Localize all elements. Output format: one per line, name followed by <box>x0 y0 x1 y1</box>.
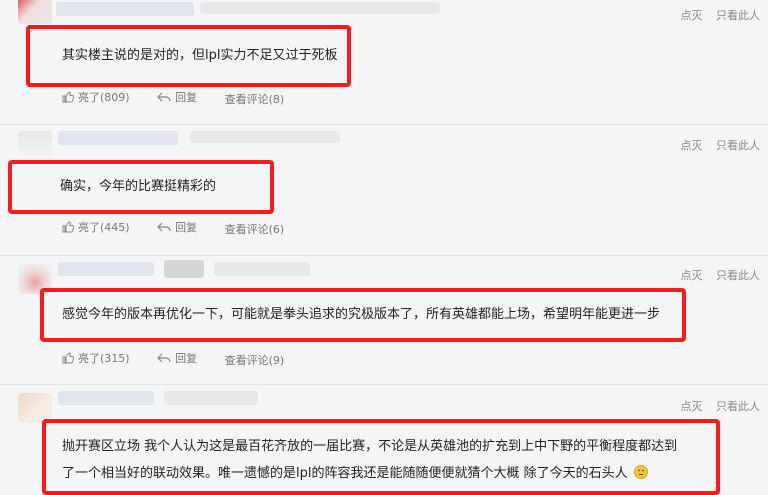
dislike-link[interactable]: 点灭 <box>681 139 703 152</box>
comment-top-actions: 点灭 只看此人 <box>681 7 761 23</box>
comment-text-line-2-wrap: 了一个相当好的联动效果。唯一遗憾的是lpl的阵容我还是能随随便便就猜个大概 除了… <box>62 460 716 487</box>
view-comments-link[interactable]: 查看评论 (6) <box>225 221 285 237</box>
meta-blurred <box>214 262 310 276</box>
username-blurred <box>58 131 178 145</box>
comment-top-actions: 点灭 只看此人 <box>681 137 761 153</box>
view-comments-label: 查看评论 <box>224 93 269 106</box>
comment-text: 其实楼主说的是对的，但lpl实力不足又过于死板 <box>62 48 338 63</box>
comment-text: 确实，今年的比赛挺精彩的 <box>60 179 217 194</box>
comment-2: 点灭 只看此人 确实，今年的比赛挺精彩的 亮了 (445) 回复 查看评论 (6) <box>0 125 768 255</box>
comment-text: 感觉今年的版本再优化一下，可能就是拳头追求的究极版本了，所有英雄都能上场，希望明… <box>62 307 661 322</box>
dislike-link[interactable]: 点灭 <box>681 9 703 22</box>
like-count: (809) <box>100 90 130 104</box>
username-blurred <box>58 391 154 405</box>
dislike-link[interactable]: 点灭 <box>681 400 703 413</box>
username-blurred <box>56 2 194 16</box>
like-count: (315) <box>100 351 130 365</box>
comment-text-line-2: 了一个相当好的联动效果。唯一遗憾的是lpl的阵容我还是能随随便便就猜个大概 除了… <box>62 466 628 481</box>
comment-text-highlight: 感觉今年的版本再优化一下，可能就是拳头追求的究极版本了，所有英雄都能上场，希望明… <box>40 288 686 342</box>
reply-label: 回复 <box>175 352 198 365</box>
comment-top-actions: 点灭 只看此人 <box>681 398 761 414</box>
comment-actions: 亮了 (809) 回复 查看评论 (8) <box>62 89 308 107</box>
thumbs-up-icon <box>62 221 74 233</box>
comment-1: 点灭 只看此人 其实楼主说的是对的，但lpl实力不足又过于死板 亮了 (809) … <box>0 0 768 124</box>
like-count: (445) <box>100 220 130 234</box>
like-button[interactable]: 亮了 (809) <box>62 89 130 105</box>
like-label: 亮了 <box>78 352 100 365</box>
view-comments-label: 查看评论 <box>224 354 269 367</box>
meta-blurred <box>164 260 204 278</box>
comment-text-line-1: 抛开赛区立场 我个人认为这是最百花齐放的一届比赛，不论是从英雄池的扩充到上中下野… <box>62 439 678 454</box>
comment-4: 点灭 只看此人 抛开赛区立场 我个人认为这是最百花齐放的一届比赛，不论是从英雄池… <box>0 385 768 495</box>
comment-text-highlight: 确实，今年的比赛挺精彩的 <box>8 160 274 214</box>
avatar[interactable] <box>18 131 52 161</box>
view-comments-link[interactable]: 查看评论 (9) <box>225 352 285 368</box>
only-this-user-link[interactable]: 只看此人 <box>716 269 760 282</box>
like-label: 亮了 <box>78 221 100 234</box>
username-blurred <box>58 262 154 276</box>
comment-top-actions: 点灭 只看此人 <box>681 267 761 283</box>
view-comments-count: (6) <box>268 222 285 236</box>
thumbs-up-icon <box>62 91 74 103</box>
comment-text-highlight: 其实楼主说的是对的，但lpl实力不足又过于死板 <box>26 25 351 87</box>
view-comments-count: (8) <box>268 92 285 106</box>
reply-arrow-icon <box>157 222 171 232</box>
view-comments-link[interactable]: 查看评论 (8) <box>225 91 285 107</box>
avatar[interactable] <box>18 0 52 24</box>
like-button[interactable]: 亮了 (445) <box>62 219 130 235</box>
reply-arrow-icon <box>157 92 171 102</box>
only-this-user-link[interactable]: 只看此人 <box>716 9 760 22</box>
comment-actions: 亮了 (315) 回复 查看评论 (9) <box>62 350 308 368</box>
like-button[interactable]: 亮了 (315) <box>62 350 130 366</box>
meta-blurred <box>164 391 258 405</box>
view-comments-count: (9) <box>268 353 285 367</box>
reply-button[interactable]: 回复 <box>157 89 197 105</box>
like-label: 亮了 <box>78 91 100 104</box>
only-this-user-link[interactable]: 只看此人 <box>716 400 760 413</box>
reply-button[interactable]: 回复 <box>157 350 197 366</box>
reply-arrow-icon <box>157 353 171 363</box>
reply-label: 回复 <box>175 91 198 104</box>
meta-blurred <box>190 131 340 143</box>
meta-blurred <box>200 2 440 14</box>
reply-button[interactable]: 回复 <box>157 219 197 235</box>
dislike-link[interactable]: 点灭 <box>681 269 703 282</box>
comment-text-highlight: 抛开赛区立场 我个人认为这是最百花齐放的一届比赛，不论是从英雄池的扩充到上中下野… <box>42 419 720 495</box>
comment-actions: 亮了 (445) 回复 查看评论 (6) <box>62 219 308 237</box>
only-this-user-link[interactable]: 只看此人 <box>716 139 760 152</box>
thinking-face-emoji-icon <box>633 465 648 479</box>
comment-3: 点灭 只看此人 感觉今年的版本再优化一下，可能就是拳头追求的究极版本了，所有英雄… <box>0 256 768 384</box>
view-comments-label: 查看评论 <box>224 223 269 236</box>
reply-label: 回复 <box>175 221 198 234</box>
thumbs-up-icon <box>62 352 74 364</box>
